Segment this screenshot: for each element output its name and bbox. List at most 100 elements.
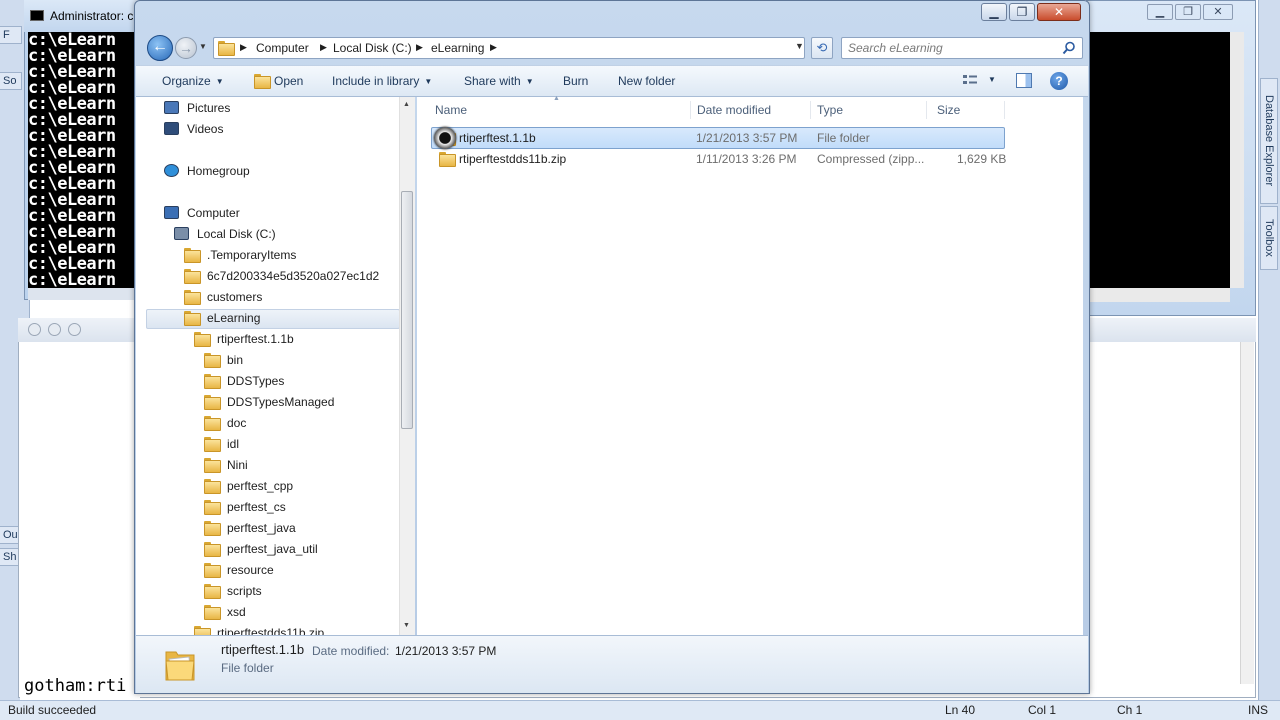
open-label: Open (274, 74, 304, 88)
window-dot-icon[interactable] (28, 323, 41, 336)
breadcrumb-local-disk[interactable]: Local Disk (C:) (333, 41, 412, 55)
chevron-right-icon[interactable]: ▶ (490, 42, 497, 53)
tree-item-label: idl (227, 437, 240, 451)
search-box[interactable] (841, 37, 1083, 59)
minimize-icon[interactable]: ▁ (1147, 4, 1173, 20)
scroll-down-icon[interactable]: ▼ (403, 622, 410, 629)
new-folder-button[interactable]: New folder (618, 74, 675, 88)
tree-item-perftest-java-util[interactable]: perftest_java_util (204, 539, 318, 559)
close-icon[interactable]: ✕ (1203, 4, 1233, 20)
folder-icon (204, 353, 221, 368)
file-list-pane[interactable]: ▲ Name Date modified Type Size (417, 95, 1083, 635)
recent-pages-dropdown[interactable]: ▼ (199, 41, 209, 53)
column-header-size[interactable]: Size (931, 101, 1005, 119)
maximize-button[interactable]: ❐ (1009, 3, 1035, 21)
tree-item-homegroup[interactable]: Homegroup (164, 161, 250, 181)
tree-item-videos[interactable]: Videos (164, 119, 223, 139)
tree-item-resource[interactable]: resource (204, 560, 274, 580)
arrow-right-icon: → (179, 40, 193, 56)
folder-icon (184, 311, 201, 326)
tree-item-pictures[interactable]: Pictures (164, 98, 230, 118)
organize-button[interactable]: Organize ▼ (162, 74, 224, 88)
breadcrumb-computer[interactable]: Computer (256, 41, 309, 55)
command-bar: Organize ▼ Open Include in library ▼ Share… (136, 65, 1088, 97)
tree-item-perftest-cpp[interactable]: perftest_cpp (204, 476, 293, 496)
window-dot-icon[interactable] (48, 323, 61, 336)
search-icon[interactable] (1062, 41, 1076, 55)
tree-item-perftest-java[interactable]: perftest_java (204, 518, 296, 538)
column-header-type[interactable]: Type (811, 101, 927, 119)
open-button[interactable]: Open (254, 74, 304, 89)
tree-item-xsd[interactable]: xsd (204, 602, 246, 622)
include-in-library-button[interactable]: Include in library ▼ (332, 74, 432, 88)
vs-tab-so[interactable]: So (0, 72, 22, 90)
vs-editor-scrollbar[interactable] (1240, 342, 1254, 684)
cmd-console[interactable]: c:\eLearn c:\eLearn c:\eLearn c:\eLearn c:\e… (28, 32, 136, 288)
tree-item-rtiperftest-1-1b[interactable]: rtiperftest.1.1b (194, 329, 294, 349)
folder-icon (204, 437, 221, 452)
chevron-right-icon[interactable]: ▶ (240, 42, 247, 53)
tree-item-label: bin (227, 353, 244, 367)
chevron-right-icon[interactable]: ▶ (320, 42, 327, 53)
tree-item-rtiperftestdds11b-zip[interactable]: rtiperftestdds11b.zip (194, 623, 324, 635)
forward-button[interactable]: → (175, 37, 197, 59)
background-horizontal-scrollbar[interactable] (1090, 288, 1230, 302)
help-icon[interactable]: ? (1050, 72, 1068, 90)
search-input[interactable] (848, 40, 1054, 56)
file-name: rtiperftestdds11b.zip (459, 152, 567, 166)
tree-item-temporaryitems[interactable]: .TemporaryItems (184, 245, 296, 265)
tree-item-label: perftest_cs (227, 500, 286, 514)
back-button[interactable]: ← (147, 35, 173, 61)
view-options-icon[interactable] (962, 73, 978, 87)
tree-item-elearning[interactable]: eLearning (184, 308, 260, 328)
locked-folder-icon (184, 269, 201, 284)
tree-item-bin[interactable]: bin (204, 350, 243, 370)
navigation-pane[interactable]: Pictures Videos Homegroup Computer Local Dis… (136, 97, 406, 635)
tree-item-doc[interactable]: doc (204, 413, 246, 433)
tree-item-scripts[interactable]: scripts (204, 581, 262, 601)
vs-tab-f[interactable]: F (0, 26, 22, 44)
share-with-button[interactable]: Share with ▼ (464, 74, 534, 88)
tree-item-nini[interactable]: Nini (204, 455, 248, 475)
zip-icon (194, 626, 211, 635)
maximize-icon[interactable]: ❐ (1175, 4, 1201, 20)
tree-item-label: 6c7d200334e5d3520a027ec1d2 (207, 269, 380, 283)
tree-item-6c7d200334e5d3520a027ec1d2[interactable]: 6c7d200334e5d3520a027ec1d2 (184, 266, 379, 286)
busy-cursor-icon (434, 127, 456, 149)
tree-item-customers[interactable]: customers (184, 287, 262, 307)
view-dropdown-icon[interactable]: ▼ (988, 75, 996, 84)
computer-icon (164, 206, 179, 219)
burn-button[interactable]: Burn (563, 74, 588, 88)
close-button[interactable]: ✕ (1037, 3, 1081, 21)
cmd-titlebar[interactable]: Administrator: c (24, 0, 140, 32)
column-header-date[interactable]: Date modified (691, 101, 811, 119)
minimize-button[interactable]: ▁ (981, 3, 1007, 21)
explorer-window[interactable]: ▁ ❐ ✕ ← → ▼ ▶ Computer ▶ Local Disk (C:)… (134, 0, 1090, 694)
column-header-name[interactable]: Name (429, 101, 691, 119)
preview-pane-icon[interactable] (1016, 73, 1032, 88)
folder-icon (184, 290, 201, 305)
vs-status-bar: Build succeeded Ln 40 Col 1 Ch 1 INS (0, 700, 1280, 720)
tab-database-explorer[interactable]: Database Explorer (1260, 78, 1278, 204)
address-bar[interactable]: ▶ Computer ▶ Local Disk (C:) ▶ eLearning… (213, 37, 805, 59)
tree-item-local-disk-c[interactable]: Local Disk (C:) (174, 224, 276, 244)
window-dot-icon[interactable] (68, 323, 81, 336)
breadcrumb-elearning[interactable]: eLearning (431, 41, 484, 55)
address-dropdown-icon[interactable]: ▼ (795, 41, 805, 51)
share-label: Share with (464, 74, 521, 88)
tree-item-label: Pictures (187, 101, 231, 115)
scroll-up-icon[interactable]: ▲ (403, 101, 410, 108)
tab-toolbox[interactable]: Toolbox (1260, 206, 1278, 270)
tree-item-perftest-cs[interactable]: perftest_cs (204, 497, 286, 517)
folder-icon (204, 521, 221, 536)
cmd-horizontal-scrollbar[interactable] (28, 288, 136, 300)
chevron-right-icon[interactable]: ▶ (416, 42, 423, 53)
tree-item-ddstypes[interactable]: DDSTypes (204, 371, 284, 391)
tree-item-idl[interactable]: idl (204, 434, 239, 454)
file-row-zip[interactable]: rtiperftestdds11b.zip (439, 149, 566, 169)
navigation-scroll-thumb[interactable] (401, 191, 413, 429)
background-vertical-scrollbar[interactable] (1230, 32, 1244, 288)
tree-item-computer[interactable]: Computer (164, 203, 240, 223)
refresh-button[interactable]: ⟲ (811, 37, 833, 59)
tree-item-ddstypesmanaged[interactable]: DDSTypesManaged (204, 392, 334, 412)
